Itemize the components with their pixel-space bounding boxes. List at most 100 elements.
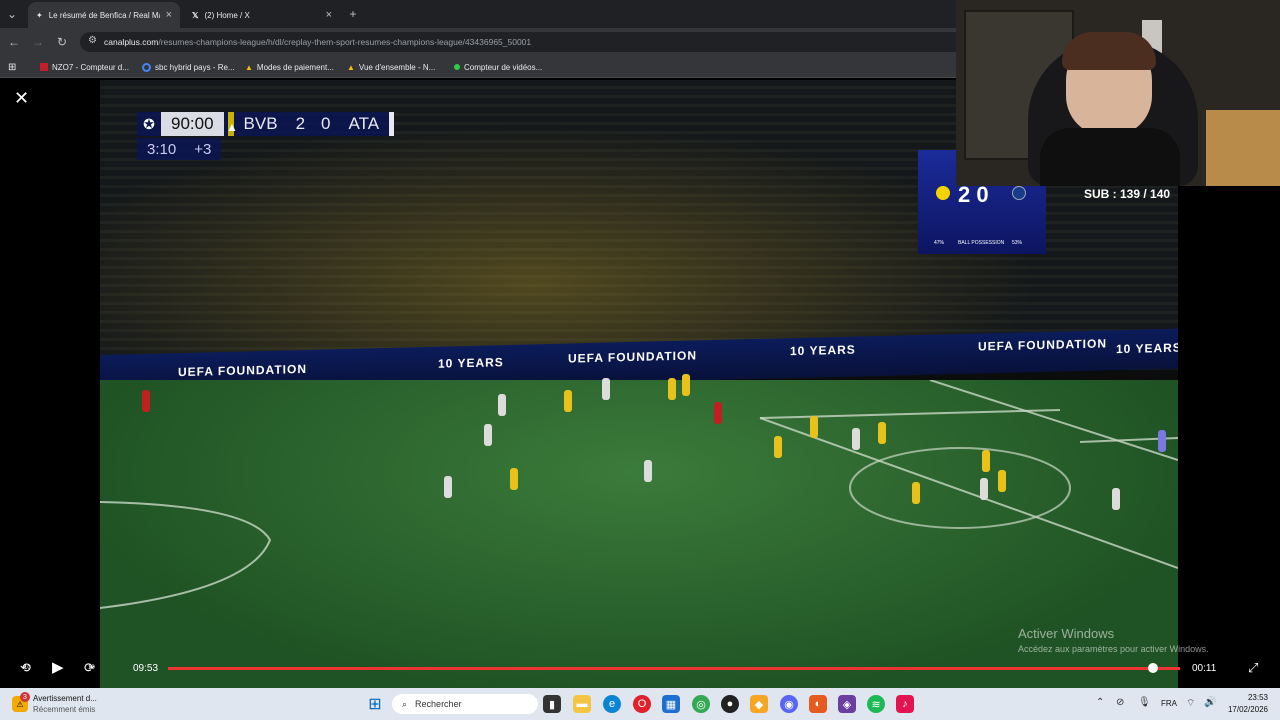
fullscreen-button[interactable]: ⤢ (1248, 660, 1258, 676)
champions-league-icon: ✪ (143, 115, 155, 132)
player-figure (1112, 488, 1120, 510)
rewind-10-button[interactable]: ⟲ 10 (20, 660, 31, 676)
ads-icon: ▲ (347, 62, 355, 72)
player-figure (644, 460, 652, 482)
player-figure (668, 378, 676, 400)
streamer-hair (1062, 32, 1156, 70)
player-figure (982, 450, 990, 472)
away-score: 0 (321, 114, 331, 133)
home-team: BVB (243, 114, 278, 133)
wall-shelf (1206, 110, 1280, 186)
player-figure (912, 482, 920, 504)
player-figure (852, 428, 860, 450)
scoreboard: ✪ 90:00 BVB 2 0 ATA (137, 112, 395, 136)
bookmark-compteur[interactable]: Compteur de vidéos... (454, 60, 542, 74)
bookmark-sbc[interactable]: sbc hybrid pays - Re... (142, 60, 235, 74)
browser-tab-bar: ⌄ ✦ Le résumé de Benfica / Real Ma × 𝕏 (… (0, 0, 956, 28)
away-team: ATA (348, 114, 380, 133)
store-icon[interactable]: ▦ (662, 695, 680, 713)
app-icon[interactable]: ◆ (750, 695, 768, 713)
player-figure (142, 390, 150, 412)
player-figure (774, 436, 782, 458)
edge-icon[interactable]: e (603, 695, 621, 713)
bookmark-favicon-icon (40, 63, 48, 71)
tiktok-icon[interactable]: ♪ (896, 695, 914, 713)
player-figure (682, 374, 690, 396)
x-logo-icon: 𝕏 (192, 10, 199, 20)
taskbar-search[interactable]: ⌕ Rechercher (392, 694, 538, 714)
stoppage-time: 3:10 +3 (137, 138, 222, 160)
player-figure (998, 470, 1006, 492)
bookmark-nzo7[interactable]: NZO7 - Compteur d... (40, 60, 129, 74)
bookmarks-bar: ⊞ NZO7 - Compteur d... sbc hybrid pays -… (0, 56, 956, 78)
player-figure (484, 424, 492, 446)
address-bar[interactable]: ⚙ canalplus.com/resumes-champions-league… (80, 32, 956, 52)
google-icon (142, 62, 151, 72)
bookmark-paiement[interactable]: ▲ Modes de paiement... (245, 60, 334, 74)
forward-10-button[interactable]: ⟳ 10 (84, 660, 95, 676)
tab-favicon-icon: ✦ (36, 10, 43, 20)
volume-icon[interactable]: 🔊 (1204, 697, 1216, 708)
windows-start-icon[interactable]: ⊞ (366, 695, 384, 713)
app-icon[interactable]: ◈ (838, 695, 856, 713)
atalanta-crest-icon (1012, 186, 1026, 200)
sub-counter: SUB : 139 / 140 (1084, 187, 1171, 201)
microphone-icon[interactable]: 🎙 (1138, 697, 1151, 708)
home-score: 2 (295, 114, 306, 133)
opera-icon[interactable]: O (633, 695, 651, 713)
bookmark-vue[interactable]: ▲ Vue d'ensemble - N... (347, 60, 435, 74)
mouse-cursor-icon: ▲ (226, 120, 238, 134)
tab-close-icon[interactable]: × (326, 9, 332, 21)
windows-activation-watermark: Activer Windows Accédez aux paramètres p… (1018, 626, 1209, 654)
streamer-shirt (1040, 128, 1180, 186)
app-icon[interactable]: ● (721, 695, 739, 713)
network-icon[interactable]: ⊘ (1116, 697, 1124, 708)
player-figure (564, 390, 572, 412)
player-figure (714, 402, 722, 424)
current-time: 09:53 (133, 663, 159, 674)
player-figure (810, 416, 818, 438)
player-figure (878, 422, 886, 444)
site-info-icon[interactable]: ⚙ (88, 35, 97, 46)
apps-icon[interactable]: ⊞ (8, 60, 16, 74)
back-button[interactable]: ← (6, 34, 22, 50)
tab-search-icon[interactable]: ⌄ (4, 6, 20, 22)
discord-icon[interactable]: ◉ (780, 695, 798, 713)
pitch-lines (100, 380, 1178, 609)
progress-thumb[interactable] (1147, 663, 1158, 673)
player-figure (602, 378, 610, 400)
chrome-icon[interactable]: ◎ (692, 695, 710, 713)
player-figure (510, 468, 518, 490)
team-color-bar (389, 112, 395, 136)
player-figure (444, 476, 452, 498)
tab-x-home[interactable]: 𝕏 (2) Home / X × (184, 2, 340, 28)
pitch (100, 374, 1178, 688)
wifi-icon[interactable]: ⌔ (1186, 697, 1195, 710)
added-time: +3 (194, 140, 212, 158)
notification-badge: 3 (20, 692, 30, 702)
remaining-time: 00:11 (1192, 663, 1217, 674)
search-icon: ⌕ (402, 698, 408, 709)
dot-icon (454, 64, 460, 70)
spotify-icon[interactable]: ≋ (867, 695, 885, 713)
bvb-crest-icon (936, 186, 950, 200)
tab-close-icon[interactable]: × (166, 9, 172, 21)
webcam-overlay (956, 0, 1280, 186)
task-view-icon[interactable]: ▮ (543, 695, 561, 713)
stoppage-clock: 3:10 (147, 140, 177, 158)
new-tab-button[interactable]: + (345, 6, 361, 22)
player-figure (1158, 430, 1166, 452)
player-figure (498, 394, 506, 416)
match-clock: 90:00 (161, 112, 224, 136)
play-button[interactable]: ▶ (52, 658, 64, 676)
player-figure (980, 478, 988, 500)
tab-benfica-real[interactable]: ✦ Le résumé de Benfica / Real Ma × (28, 2, 180, 28)
close-player-button[interactable]: ✕ (14, 88, 29, 109)
tray-chevron-icon[interactable]: ⌃ (1096, 697, 1104, 708)
obs-icon[interactable]: ◐ (809, 695, 827, 713)
ads-icon: ▲ (245, 62, 253, 72)
forward-button[interactable]: → (30, 34, 46, 50)
reload-button[interactable]: ↻ (54, 34, 70, 50)
progress-bar[interactable] (168, 667, 1180, 670)
file-explorer-icon[interactable]: ▬ (573, 695, 591, 713)
